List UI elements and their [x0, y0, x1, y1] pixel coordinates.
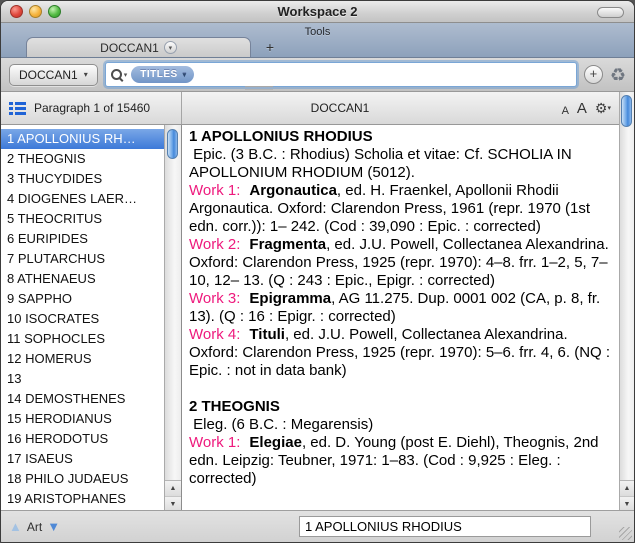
list-item[interactable]: 10 ISOCRATES	[1, 309, 164, 329]
art-navigator: ▲ Art ▼	[9, 511, 60, 542]
scope-label: DOCCAN1	[19, 68, 78, 82]
work-title: Epigramma	[249, 290, 331, 307]
list-item[interactable]: 16 HERODOTUS	[1, 429, 164, 449]
window-title: Workspace 2	[1, 4, 634, 19]
search-icon[interactable]	[111, 69, 122, 80]
scroll-up-icon[interactable]: ▲	[165, 481, 181, 496]
work-title: Tituli	[249, 326, 285, 343]
list-item[interactable]: 14 DEMOSTHENES	[1, 389, 164, 409]
work-entry: Work 1:Argonautica, ed. H. Fraenkel, Apo…	[189, 182, 615, 236]
scroll-up-icon[interactable]: ▲	[620, 481, 634, 496]
work-entry: Work 3:Epigramma, AG 11.275. Dup. 0001 0…	[189, 290, 615, 326]
entry-subtitle: Eleg. (6 B.C. : Megarensis)	[189, 416, 615, 434]
sidebar-scroll-arrows: ▲ ▼	[165, 480, 181, 510]
work-label: Work 2:	[189, 236, 240, 253]
work-title: Elegiae	[249, 434, 302, 451]
close-window-icon[interactable]	[10, 5, 23, 18]
work-label: Work 4:	[189, 326, 240, 343]
work-title: Fragmenta	[249, 236, 326, 253]
current-author-field[interactable]	[299, 516, 591, 537]
sidebar-scrollbar[interactable]: ▲ ▼	[164, 125, 181, 510]
list-item[interactable]: 7 PLUTARCHUS	[1, 249, 164, 269]
search-token-titles[interactable]: TITLES ▾	[131, 66, 193, 83]
entry-heading: 1 APOLLONIUS RHODIUS	[189, 128, 615, 146]
splitter-grip[interactable]	[245, 86, 273, 90]
previous-art-icon[interactable]: ▲	[9, 519, 22, 534]
search-input[interactable]	[198, 63, 571, 86]
sidebar-scroll-thumb[interactable]	[167, 129, 178, 159]
work-entry: Work 4:Tituli, ed. J.U. Powell, Collecta…	[189, 326, 615, 380]
list-item[interactable]: 18 PHILO JUDAEUS	[1, 469, 164, 489]
tools-toolbar: Tools DOCCAN1 ▾ +	[1, 23, 634, 58]
tab-dropdown-icon[interactable]: ▾	[164, 41, 177, 54]
work-label: Work 3:	[189, 290, 240, 307]
new-tab-button[interactable]: +	[253, 37, 287, 57]
minimize-window-icon[interactable]	[29, 5, 42, 18]
document-title: DOCCAN1	[181, 101, 499, 115]
author-sidebar: 1 APOLLONIUS RH…2 THEOGNIS3 THUCYDIDES4 …	[1, 125, 182, 510]
author-list: 1 APOLLONIUS RH…2 THEOGNIS3 THUCYDIDES4 …	[1, 125, 164, 510]
work-label: Work 1:	[189, 182, 240, 199]
list-item[interactable]: 2 THEOGNIS	[1, 149, 164, 169]
add-search-button[interactable]: +	[584, 65, 603, 84]
list-item[interactable]: 19 ARISTOPHANES	[1, 489, 164, 509]
list-item[interactable]: 17 ISAEUS	[1, 449, 164, 469]
main-scroll-arrows: ▲ ▼	[620, 480, 634, 510]
work-label: Work 1:	[189, 434, 240, 451]
list-item[interactable]: 4 DIOGENES LAER…	[1, 189, 164, 209]
tab-doccan1[interactable]: DOCCAN1 ▾	[26, 37, 251, 57]
tools-label: Tools	[1, 23, 634, 38]
search-field[interactable]: ▾ TITLES ▾	[105, 62, 577, 87]
list-item[interactable]: 9 SAPPHO	[1, 289, 164, 309]
entry-gap	[189, 488, 615, 506]
list-item[interactable]: 11 SOPHOCLES	[1, 329, 164, 349]
search-row: DOCCAN1 ▾ ▾ TITLES ▾ + ♻	[1, 58, 634, 92]
work-entry: Work 1:Elegiae, ed. D. Young (post E. Di…	[189, 434, 615, 488]
tab-label: DOCCAN1	[100, 41, 159, 55]
token-label: TITLES	[140, 69, 177, 80]
search-options-caret-icon[interactable]: ▾	[124, 71, 128, 79]
main-scrollbar[interactable]: ▲ ▼	[619, 92, 634, 510]
list-item[interactable]: 13	[1, 369, 164, 389]
list-item[interactable]: 1 APOLLONIUS RH…	[1, 129, 164, 149]
scroll-down-icon[interactable]: ▼	[165, 496, 181, 511]
chevron-down-icon: ▾	[84, 70, 88, 79]
bottom-bar: ▲ Art ▼	[1, 510, 634, 542]
decrease-font-button[interactable]: A	[562, 105, 569, 117]
gear-icon[interactable]: ⚙▾	[595, 100, 611, 117]
zoom-window-icon[interactable]	[48, 5, 61, 18]
content-area: Paragraph 1 of 15460 DOCCAN1 A A ⚙▾ 1 AP…	[1, 92, 634, 510]
list-item[interactable]: 8 ATHENAEUS	[1, 269, 164, 289]
list-item[interactable]: 15 HERODIANUS	[1, 409, 164, 429]
work-title: Argonautica	[249, 182, 337, 199]
pane-header: Paragraph 1 of 15460 DOCCAN1 A A ⚙▾	[1, 92, 619, 125]
list-item[interactable]: 5 THEOCRITUS	[1, 209, 164, 229]
increase-font-button[interactable]: A	[577, 100, 587, 117]
recycle-icon[interactable]: ♻	[610, 66, 626, 84]
canon-text: 1 APOLLONIUS RHODIUS Epic. (3 B.C. : Rho…	[183, 125, 619, 510]
scope-dropdown-button[interactable]: DOCCAN1 ▾	[9, 64, 98, 86]
resize-grip-icon[interactable]	[619, 527, 632, 540]
art-label: Art	[27, 520, 42, 534]
main-scroll-thumb[interactable]	[621, 95, 632, 127]
window-controls	[10, 5, 61, 18]
entry-subtitle: Epic. (3 B.C. : Rhodius) Scholia et vita…	[189, 146, 615, 182]
list-item[interactable]: 12 HOMERUS	[1, 349, 164, 369]
scroll-down-icon[interactable]: ▼	[620, 496, 634, 511]
work-entry: Work 2:Fragmenta, ed. J.U. Powell, Colle…	[189, 236, 615, 290]
toolbar-toggle-button[interactable]	[597, 7, 624, 18]
app-window: Workspace 2 Tools DOCCAN1 ▾ + DOCCAN1 ▾ …	[0, 0, 635, 543]
next-art-icon[interactable]: ▼	[47, 519, 60, 534]
paragraph-status: Paragraph 1 of 15460	[34, 101, 150, 115]
token-caret-icon: ▾	[183, 71, 187, 79]
entry-heading: 2 THEOGNIS	[189, 398, 615, 416]
list-item[interactable]: 3 THUCYDIDES	[1, 169, 164, 189]
title-bar: Workspace 2	[1, 1, 634, 23]
list-item[interactable]: 6 EURIPIDES	[1, 229, 164, 249]
paragraph-list-icon[interactable]	[9, 102, 26, 115]
entry-gap	[189, 380, 615, 398]
